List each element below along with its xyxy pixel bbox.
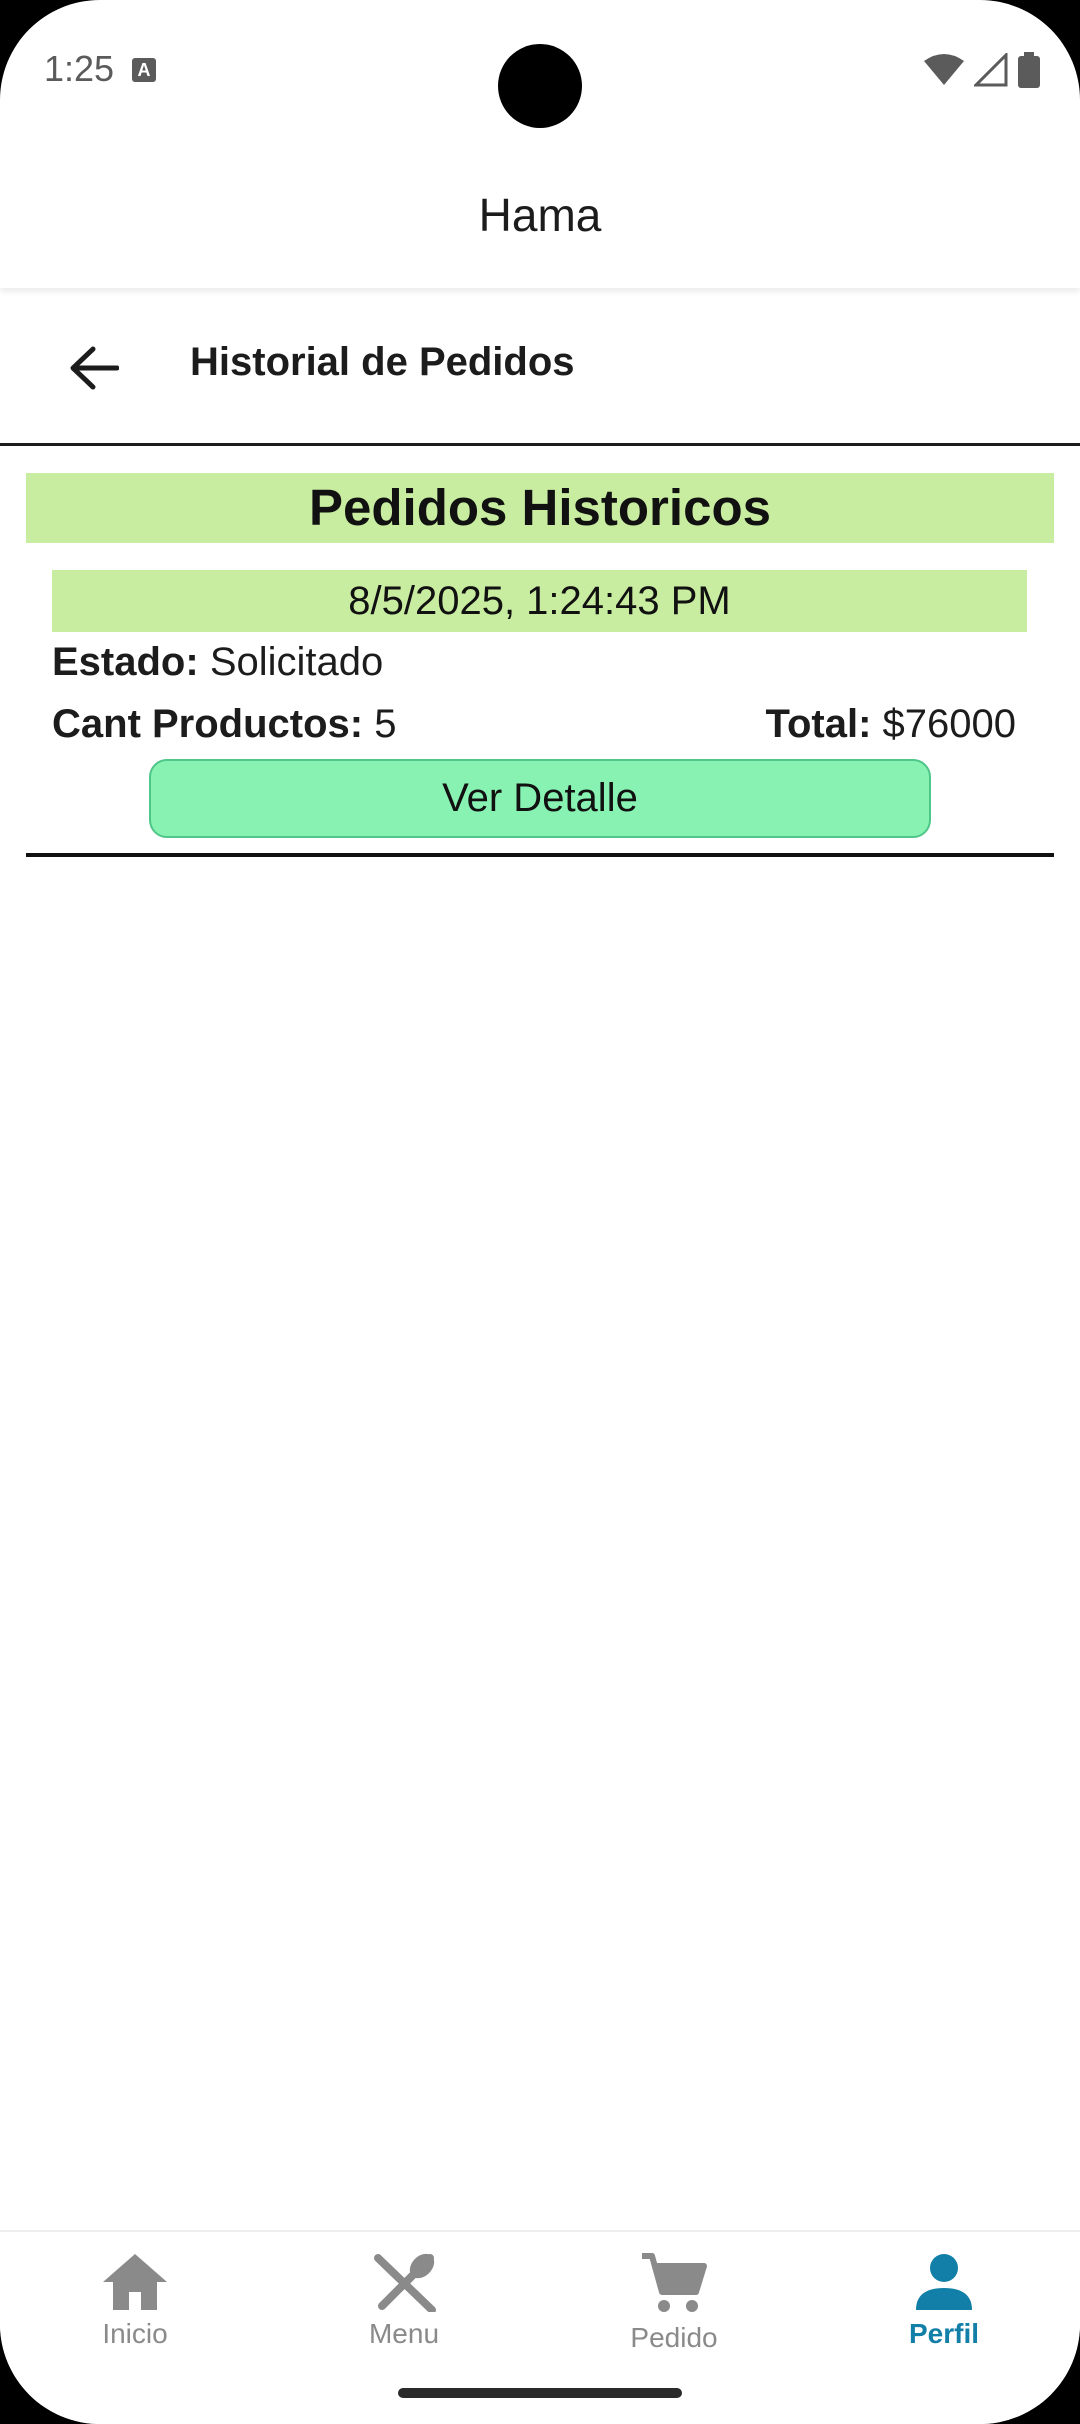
signal-icon	[974, 53, 1008, 87]
order-total-value: $76000	[882, 702, 1016, 746]
cart-icon	[642, 2253, 707, 2312]
status-time: 1:25	[44, 48, 115, 89]
view-detail-button[interactable]: Ver Detalle	[149, 759, 931, 838]
home-icon	[103, 2254, 167, 2310]
order-total: Total: $76000	[765, 702, 1016, 747]
home-indicator[interactable]	[398, 2388, 682, 2398]
status-icons	[924, 52, 1040, 88]
utensils-icon	[374, 2253, 436, 2312]
wifi-icon	[924, 54, 964, 85]
order-state-value: Solicitado	[209, 640, 384, 684]
order-total-label: Total:	[765, 702, 872, 746]
nav-label-menu: Menu	[368, 2318, 440, 2349]
screen: 1:25 A Hama Historial de Pedidos Pedidos…	[0, 0, 1080, 2424]
section-title: Pedidos Historicos	[26, 473, 1054, 543]
order-divider	[26, 853, 1054, 857]
nav-item-perfil[interactable]: Perfil	[844, 2252, 1044, 2392]
nav-item-pedido[interactable]: Pedido	[574, 2252, 774, 2392]
nav-label-pedido: Pedido	[630, 2322, 718, 2353]
sub-header: Historial de Pedidos	[0, 290, 1080, 446]
page-title: Historial de Pedidos	[190, 340, 575, 384]
order-state-label: Estado:	[52, 640, 199, 684]
nav-label-perfil: Perfil	[908, 2318, 980, 2349]
order-product-count: Cant Productos: 5	[52, 702, 397, 747]
person-icon	[916, 2254, 972, 2310]
order-state: Estado: Solicitado	[52, 640, 383, 685]
nav-label-inicio: Inicio	[102, 2318, 168, 2349]
order-count-value: 5	[374, 702, 397, 746]
battery-icon	[1018, 52, 1040, 88]
camera-cutout	[498, 44, 582, 128]
app-header: Hama	[0, 140, 1080, 288]
nav-item-menu[interactable]: Menu	[304, 2252, 504, 2392]
keyboard-notification-icon: A	[132, 58, 156, 82]
order-date: 8/5/2025, 1:24:43 PM	[52, 570, 1027, 632]
order-count-label: Cant Productos:	[52, 702, 364, 746]
back-button[interactable]	[62, 336, 126, 400]
nav-item-inicio[interactable]: Inicio	[35, 2252, 235, 2392]
app-title: Hama	[478, 189, 602, 241]
arrow-left-icon	[70, 346, 119, 390]
status-bar: 1:25 A	[0, 0, 1080, 140]
